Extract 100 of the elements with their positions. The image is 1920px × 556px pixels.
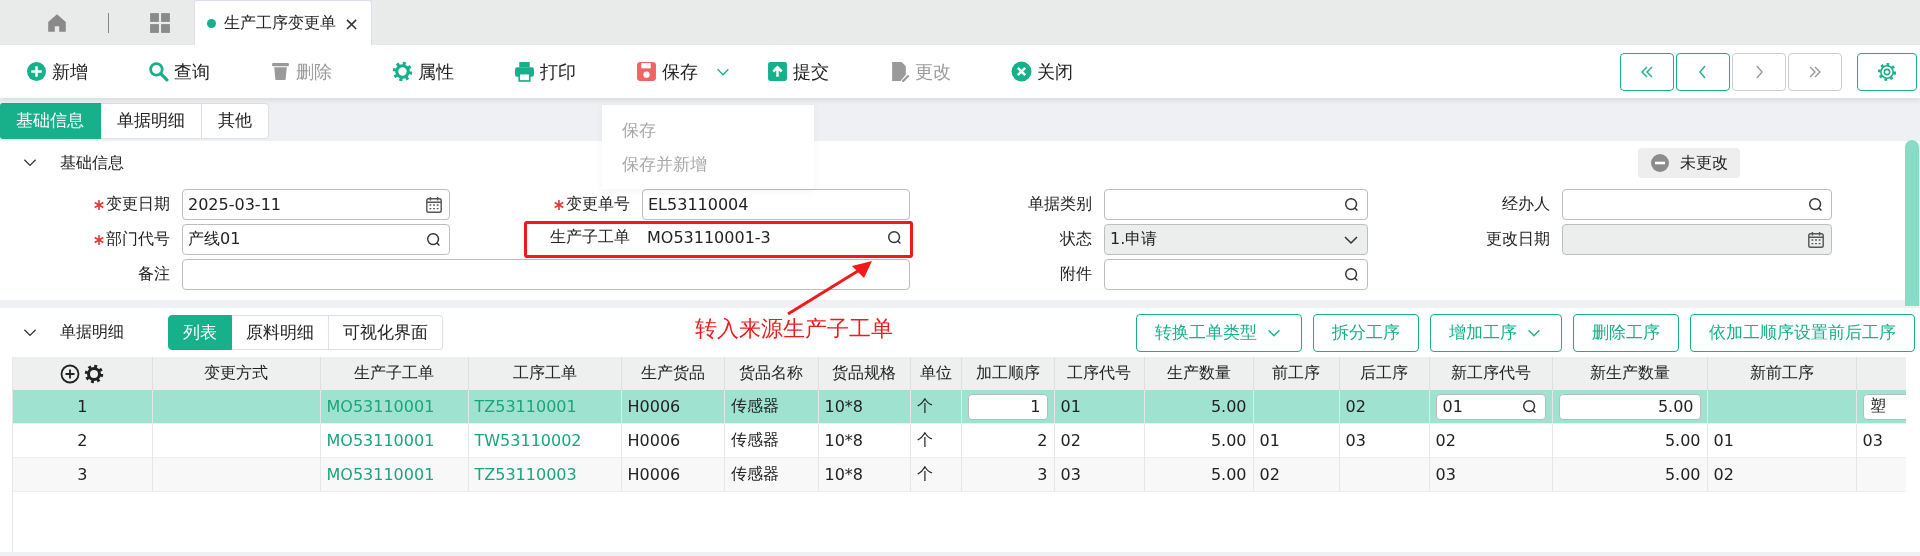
- column-header: 前工序: [1253, 357, 1339, 390]
- field-label: 附件: [1059, 263, 1092, 285]
- printer-icon: [514, 61, 535, 82]
- table-cell: 1: [13, 390, 152, 424]
- calendar-icon: [425, 195, 443, 214]
- table-cell: 5.00: [1552, 457, 1707, 492]
- required-icon: [94, 234, 104, 245]
- search-icon: [1520, 397, 1539, 416]
- input-field[interactable]: [182, 259, 910, 290]
- field-value: EL53110004: [648, 195, 750, 214]
- trash-icon: [270, 61, 291, 82]
- page-tab[interactable]: 其他: [202, 102, 269, 139]
- input-field[interactable]: [1104, 259, 1368, 290]
- table-cell: 02: [1707, 457, 1856, 492]
- grid-icon: [149, 11, 171, 34]
- column-header: 生产子工单: [320, 357, 468, 390]
- scrollbar[interactable]: [1905, 140, 1919, 306]
- search-icon: [1343, 195, 1361, 214]
- settings-button[interactable]: [1857, 52, 1917, 91]
- column-header: 新生产数量: [1552, 357, 1707, 390]
- table-cell: 02: [1253, 457, 1339, 492]
- page-tab[interactable]: 生产工序变更单 ×: [194, 0, 373, 45]
- status-dot: [207, 18, 216, 28]
- gear-icon[interactable]: [84, 363, 105, 384]
- field-value: MO53110001-3: [647, 228, 772, 247]
- required-icon: [94, 199, 104, 210]
- page-tab[interactable]: 单据明细: [101, 102, 202, 139]
- section-title: 单据明细: [60, 322, 125, 343]
- table-cell: 03: [1339, 423, 1429, 458]
- cell-input[interactable]: 1: [967, 393, 1048, 420]
- input-field[interactable]: EL53110004: [642, 189, 910, 220]
- table-cell: 5.00: [1144, 390, 1253, 424]
- close-tab-icon[interactable]: ×: [344, 12, 360, 34]
- table-cell: 01: [1054, 390, 1144, 424]
- column-header: 工序代号: [1054, 357, 1144, 390]
- field-value: 2025-03-11: [188, 195, 282, 214]
- table-cell: 01: [1253, 423, 1339, 458]
- field-label: 变更单号: [462, 189, 630, 220]
- table-cell: 03: [1429, 457, 1552, 492]
- field-label: 变更日期: [0, 189, 170, 220]
- search-icon: [1807, 195, 1825, 214]
- cell-input[interactable]: 01: [1435, 393, 1546, 420]
- tab-title: 生产工序变更单: [224, 12, 336, 34]
- input-field[interactable]: 2025-03-11: [182, 189, 450, 220]
- floppy-icon: [636, 61, 657, 82]
- table-cell: 传感器: [724, 390, 818, 424]
- table-cell: 03: [1054, 457, 1144, 492]
- field-label: 状态: [1059, 228, 1092, 250]
- add-row-icon[interactable]: [60, 363, 81, 384]
- field-label: 单据类别: [1027, 193, 1092, 215]
- field-label: 生产子工单: [549, 226, 630, 248]
- column-header: 加工顺序: [961, 357, 1054, 390]
- toolbar-button[interactable]: 打印: [510, 55, 580, 88]
- column-header: 工序工单: [468, 357, 621, 390]
- pager-button[interactable]: [1620, 52, 1674, 91]
- table-cell: 10*8: [818, 423, 910, 458]
- toolbar-button[interactable]: 提交: [763, 55, 833, 88]
- toolbar-button[interactable]: 新增: [22, 55, 92, 88]
- field-value: 产线01: [188, 229, 242, 250]
- column-header: 生产货品: [621, 357, 724, 390]
- view-tab[interactable]: 可视化界面: [329, 315, 443, 350]
- field-label: 备注: [137, 263, 170, 285]
- column-header: 货品规格: [818, 357, 910, 390]
- view-tab[interactable]: 原料明细: [232, 315, 329, 350]
- cell-input[interactable]: 塑: [1862, 393, 1906, 420]
- toolbar-button[interactable]: 属性: [388, 55, 458, 88]
- input-field[interactable]: [1562, 189, 1832, 220]
- table-cell: 个: [910, 457, 961, 492]
- table-row[interactable]: 1 MO53110001 TZ53110001 H0006 传感器 10*8 个 1 01 5.00 02 01 5.00 塑: [13, 390, 1906, 424]
- table-cell: 03: [1856, 423, 1906, 458]
- column-header: 货品名称: [724, 357, 818, 390]
- upload-icon: [767, 61, 788, 82]
- table-cell: H0006: [621, 390, 724, 424]
- table-cell: 传感器: [724, 457, 818, 492]
- table-cell: 01: [1707, 423, 1856, 458]
- status-badge: 未更改: [1638, 148, 1740, 178]
- toolbar-button[interactable]: 保存: [632, 55, 736, 88]
- field-label: 更改日期: [1485, 228, 1550, 250]
- field-value: 1.申请: [1110, 229, 1159, 250]
- column-header: 后工序: [1339, 357, 1429, 390]
- gear-icon: [392, 61, 413, 82]
- table-cell: 2: [13, 423, 152, 458]
- table-cell: 02: [1339, 390, 1429, 424]
- toolbar-button[interactable]: 查询: [144, 55, 214, 88]
- table-cell: 5.00: [1144, 457, 1253, 492]
- plus-circle-icon: [26, 61, 47, 82]
- table-cell: 10*8: [818, 457, 910, 492]
- cell-input[interactable]: 5.00: [1558, 393, 1701, 420]
- table-cell: H0006: [621, 457, 724, 492]
- input-field[interactable]: [1104, 189, 1368, 220]
- table-cell: 2: [961, 423, 1054, 458]
- table-cell: 5.00: [1144, 423, 1253, 458]
- field-label: 经办人: [1501, 193, 1550, 215]
- toolbar-button[interactable]: 关闭: [1007, 55, 1077, 88]
- input-field[interactable]: 产线01: [182, 224, 450, 255]
- annotation-text: 转入来源生产子工单: [695, 315, 893, 343]
- table-cell: 02: [1054, 423, 1144, 458]
- document-edit-icon: [889, 61, 910, 82]
- column-header: 新前工序: [1707, 357, 1856, 390]
- pager-button[interactable]: [1676, 52, 1730, 91]
